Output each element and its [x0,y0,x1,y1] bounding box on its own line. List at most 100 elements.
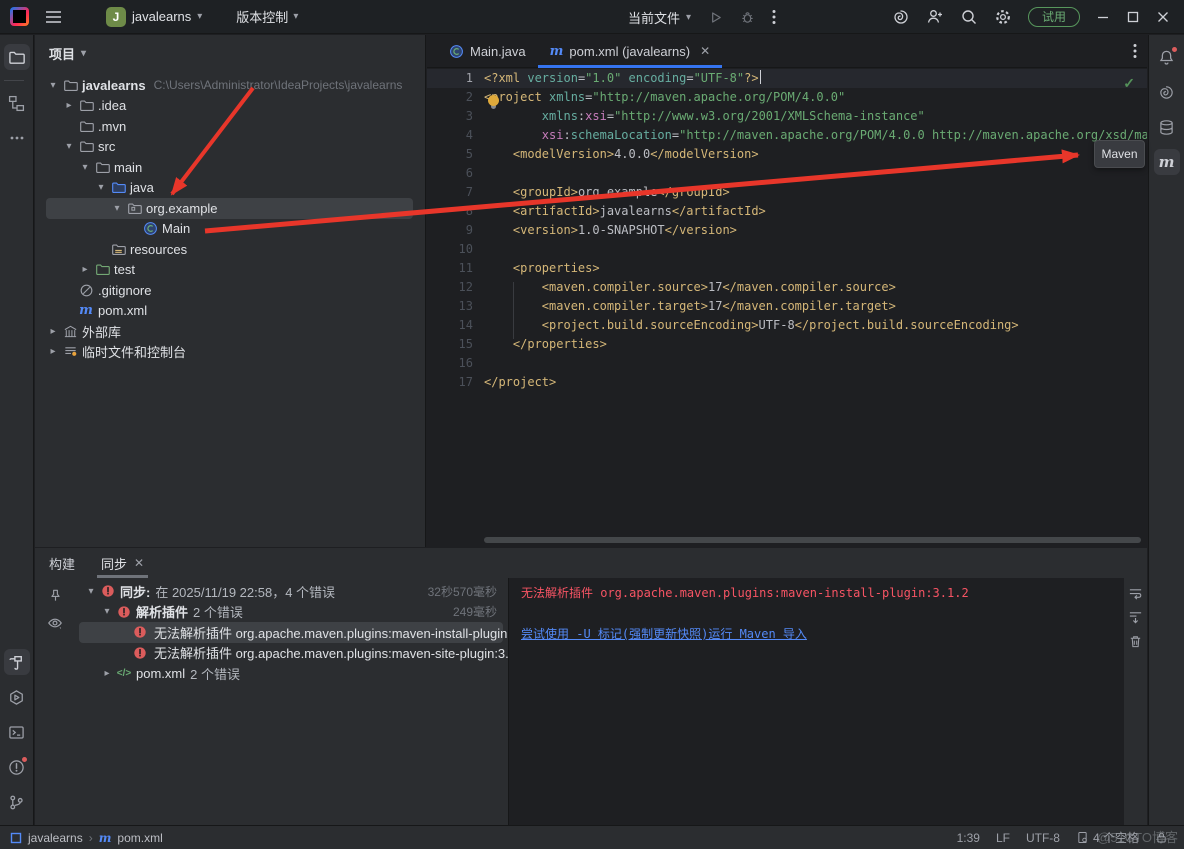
readonly-lock-icon[interactable] [1155,831,1168,844]
build-panel-left-toolbar [35,578,75,825]
tree-item-label: .gitignore [98,283,151,298]
project-tree-item-pom.xml[interactable]: mpom.xml [35,301,425,322]
chevron-down-icon[interactable]: ▾ [109,203,125,214]
row-text: 在 2025/11/19 22:58，4 个错误 [155,582,335,601]
chevron-down-icon[interactable]: ▾ [81,48,86,59]
tool-button-more[interactable] [4,125,30,151]
caret-position-widget[interactable]: 1:39 [957,831,980,845]
tool-button-build[interactable] [4,649,30,675]
project-tree-item-org.example[interactable]: ▾org.example [35,198,425,219]
code-editor[interactable]: 1<?xml version="1.0" encoding="UTF-8"?>2… [427,69,1147,547]
vcs-widget[interactable]: 版本控制 ▾ [236,7,298,26]
build-tree-row-2[interactable]: ▾解析插件2 个错误249毫秒 [75,602,507,623]
maven-tooltip: Maven [1094,140,1145,168]
chevron-right-icon[interactable]: ▸ [45,326,61,337]
project-tree-item-Main[interactable]: Main [35,219,425,240]
build-tree-row-4[interactable]: 无法解析插件 org.apache.maven.plugins:maven-si… [75,643,507,664]
run-configuration-widget[interactable]: 当前文件 ▾ [628,8,691,27]
tool-button-problems[interactable] [4,754,30,780]
maven-icon: m [550,44,564,59]
indent-widget[interactable]: 4 个空格 [1076,829,1139,846]
window-close-button[interactable] [1156,10,1170,24]
filter-eye-icon[interactable] [47,615,63,631]
tool-button-services[interactable] [4,684,30,710]
settings-gear-icon[interactable] [994,8,1012,26]
tool-button-project-folder[interactable] [4,44,30,70]
project-tree-item--[interactable]: ▸外部库 [35,321,425,342]
window-maximize-button[interactable] [1126,10,1140,24]
tool-button-git[interactable] [4,789,30,815]
project-tree-item-resources[interactable]: resources [35,239,425,260]
editor-tab-Main.java[interactable]: Main.java [437,35,538,67]
folder-icon [93,160,111,175]
tool-button-ai-assistant[interactable] [1154,79,1180,105]
inspection-status-icon[interactable]: ✓ [1123,75,1135,92]
encoding-widget[interactable]: UTF-8 [1026,831,1060,845]
close-icon[interactable]: ✕ [700,44,710,58]
tab-options-button[interactable] [1133,43,1137,59]
project-panel-title: 项目 [49,44,75,63]
soft-wrap-icon[interactable] [1128,586,1143,601]
project-tree-item-.idea[interactable]: ▸.idea [35,96,425,117]
code-line-text: <version>1.0-SNAPSHOT</version> [484,221,1147,240]
project-tree-item-java[interactable]: ▾java [35,178,425,199]
add-user-button[interactable] [926,8,944,26]
tool-button-maven-tool[interactable]: m [1154,149,1180,175]
breadcrumb-file[interactable]: pom.xml [117,831,162,845]
window-minimize-button[interactable] [1096,10,1110,24]
chevron-down-icon[interactable]: ▾ [77,162,93,173]
search-everywhere-button[interactable] [960,8,978,26]
chevron-down-icon: ▾ [197,11,202,22]
intention-bulb-icon[interactable] [488,95,499,106]
chevron-down-icon[interactable]: ▾ [99,606,115,617]
close-icon[interactable]: ✕ [134,556,144,570]
build-tree-row-3[interactable]: 无法解析插件 org.apache.maven.plugins:maven-in… [75,622,507,643]
ai-assistant-button[interactable] [892,8,910,26]
row-text: 2 个错误 [190,664,240,683]
code-line-17: 17</project> [427,373,1147,392]
console-action-link[interactable]: 尝试使用 -U 标记(强制更新快照)运行 Maven 导入 [521,625,807,642]
line-number: 6 [427,164,473,183]
chevron-right-icon[interactable]: ▸ [61,100,77,111]
trial-button[interactable]: 试用 [1028,7,1080,27]
main-menu-button[interactable] [45,10,62,24]
build-tab-同步[interactable]: 同步✕ [101,548,144,578]
project-tree-item-.gitignore[interactable]: .gitignore [35,280,425,301]
chevron-down-icon[interactable]: ▾ [93,182,109,193]
project-tree-item-test[interactable]: ▸test [35,260,425,281]
project-tree-item-javalearns[interactable]: ▾javalearnsC:\Users\Administrator\IdeaPr… [35,75,425,96]
tool-button-terminal[interactable] [4,719,30,745]
project-tree-item-main[interactable]: ▾main [35,157,425,178]
editor-tab-pom.xml[interactable]: mpom.xml (javalearns)✕ [538,35,722,67]
scroll-to-end-icon[interactable] [1128,610,1143,625]
chevron-right-icon[interactable]: ▸ [99,668,115,679]
tool-button-notifications[interactable] [1154,44,1180,70]
build-tab-构建[interactable]: 构建 [49,548,75,578]
chevron-right-icon[interactable]: ▸ [77,264,93,275]
editor-area[interactable]: Main.javampom.xml (javalearns)✕ 1<?xml v… [427,35,1147,547]
chevron-right-icon[interactable]: ▸ [45,346,61,357]
chevron-down-icon[interactable]: ▾ [83,586,99,597]
line-separator-widget[interactable]: LF [996,831,1010,845]
more-actions-button[interactable] [772,9,776,25]
maven-icon: m [77,303,95,318]
pin-icon[interactable] [48,588,63,603]
chevron-down-icon[interactable]: ▾ [61,141,77,152]
build-tree-row-5[interactable]: ▸</>pom.xml2 个错误 [75,663,507,684]
project-tree-item--[interactable]: ▸临时文件和控制台 [35,342,425,363]
breadcrumb-project[interactable]: javalearns [28,831,83,845]
tool-button-structure[interactable] [4,90,30,116]
project-tree-item-src[interactable]: ▾src [35,137,425,158]
debug-button[interactable] [740,10,755,25]
project-tree-item-.mvn[interactable]: .mvn [35,116,425,137]
code-line-text: <?xml version="1.0" encoding="UTF-8"?> [484,69,1147,88]
project-widget[interactable]: J javalearns ▾ [106,7,202,27]
run-button[interactable] [708,10,723,25]
tool-button-database[interactable] [1154,114,1180,140]
horizontal-scrollbar[interactable] [484,537,1141,543]
chevron-down-icon[interactable]: ▾ [45,80,61,91]
build-panel-right-toolbar [1124,578,1147,825]
clear-all-trash-icon[interactable] [1128,634,1143,649]
line-number: 17 [427,373,473,392]
build-tree-row-1[interactable]: ▾同步:在 2025/11/19 22:58，4 个错误32秒570毫秒 [75,581,507,602]
